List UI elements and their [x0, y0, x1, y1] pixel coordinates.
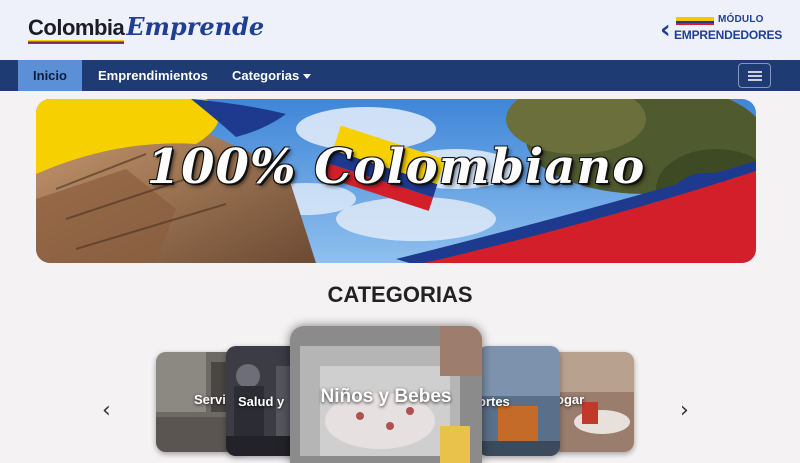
modulo-label: MÓDULO — [718, 14, 764, 25]
category-label: Niños y Bebes — [320, 386, 452, 407]
category-card-ninos-bebes[interactable]: Niños y Bebes — [290, 326, 482, 463]
modulo-emprendedores-logo[interactable]: ‹ MÓDULO EMPRENDEDORES — [660, 14, 782, 46]
navbar-toggler-button[interactable] — [738, 63, 771, 88]
hamburger-icon-line — [748, 71, 762, 73]
chevron-left-logo-icon: ‹ — [660, 15, 671, 45]
hamburger-icon-line — [748, 79, 762, 81]
colombia-emprende-logo[interactable]: Colombia Emprende — [28, 12, 264, 48]
carousel-prev-button[interactable]: ‹ — [102, 398, 111, 423]
chevron-right-icon: › — [680, 398, 689, 423]
main-navbar: Inicio Emprendimientos Categorias — [0, 60, 800, 91]
category-card-deportes[interactable]: ortes — [478, 346, 560, 456]
flag-stripe-icon — [676, 17, 714, 25]
caret-down-icon — [303, 74, 312, 80]
carousel-next-button[interactable]: › — [680, 398, 689, 423]
hero-banner[interactable]: 100% Colombiano — [36, 99, 756, 263]
category-label: ogar — [556, 392, 585, 407]
category-card-hogar[interactable]: ogar — [552, 352, 634, 452]
site-header: Colombia Emprende ‹ MÓDULO EMPRENDEDORES — [0, 0, 800, 60]
nav-item-inicio[interactable]: Inicio — [18, 60, 82, 91]
chevron-left-icon: ‹ — [102, 398, 111, 423]
nav-item-categorias-label: Categorias — [232, 68, 300, 83]
logo-text-colombia: Colombia — [28, 15, 125, 44]
hamburger-icon-line — [748, 75, 762, 77]
nav-item-emprendimientos[interactable]: Emprendimientos — [84, 60, 222, 91]
logo-text-emprende: Emprende — [126, 12, 265, 41]
nav-item-categorias[interactable]: Categorias — [218, 60, 325, 91]
category-label: ortes — [478, 394, 510, 409]
emprendedores-label: EMPRENDEDORES — [674, 28, 783, 42]
categorias-heading: CATEGORIAS — [327, 282, 473, 307]
banner-headline: 100% Colombiano — [146, 139, 646, 195]
